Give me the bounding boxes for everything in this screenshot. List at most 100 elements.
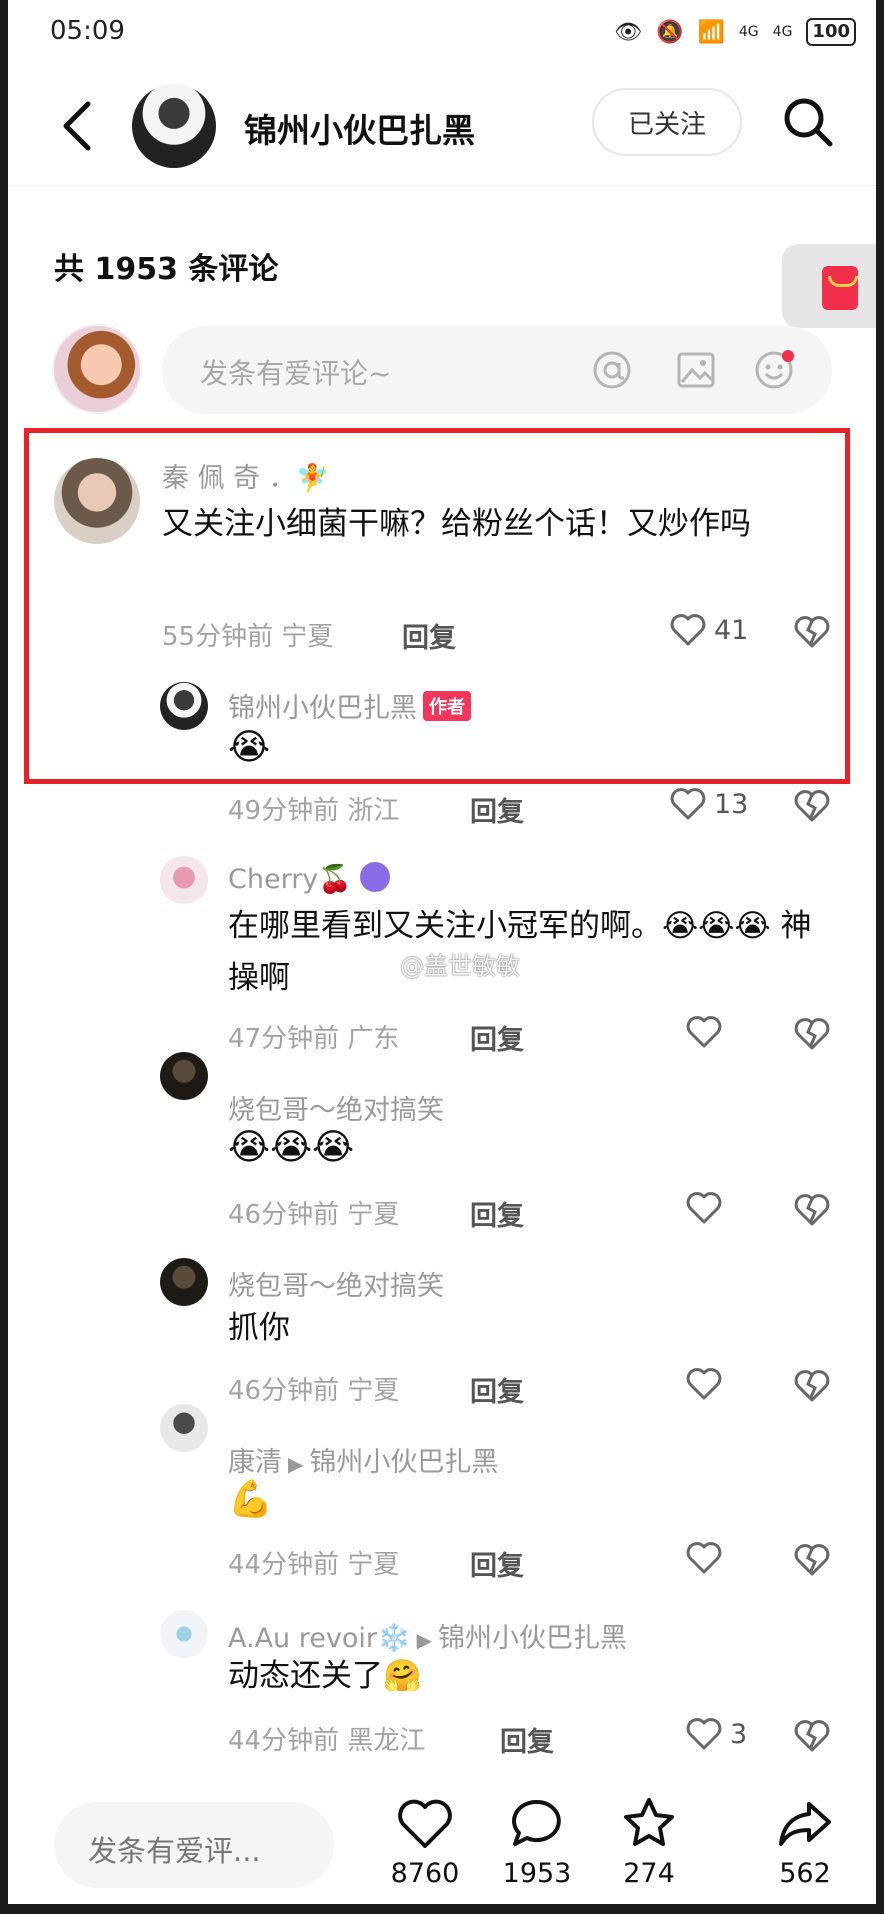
comment-text: 😭 (228, 727, 271, 768)
mute-icon: 🔕 (656, 19, 684, 45)
heart-icon (686, 1368, 722, 1400)
level-badge-icon (359, 862, 390, 892)
screen-frame-left (0, 0, 8, 1914)
bottom-action-bar: 发条有爱评... 8760 1953 274 562 (8, 1770, 876, 1904)
comment-avatar[interactable] (54, 458, 140, 544)
my-avatar (52, 324, 142, 414)
heart-icon (670, 788, 706, 820)
reply-arrow-icon: ▶ (416, 1628, 432, 1652)
screen-frame-bottom (0, 1904, 884, 1914)
dislike-icon[interactable] (792, 1716, 832, 1756)
like-button[interactable]: 3 (684, 1714, 747, 1754)
reply-arrow-icon: ▶ (288, 1452, 304, 1476)
highlight-box (24, 428, 850, 784)
reply-to-name: 锦州小伙巴扎黑 (437, 1623, 627, 1654)
reply-button[interactable]: 回复 (470, 1544, 524, 1583)
comment-author[interactable]: 秦 佩 奇 ．🧚 (162, 456, 329, 495)
star-icon (624, 1798, 674, 1846)
follow-button[interactable]: 已关注 (592, 88, 742, 156)
reply-button[interactable]: 回复 (470, 1018, 524, 1057)
status-bar: 05:09 👁 🔕 📶 4G 4G 100 (8, 0, 876, 66)
dislike-icon[interactable] (792, 612, 832, 652)
comment-avatar[interactable] (160, 1258, 208, 1306)
heart-icon (686, 1016, 722, 1048)
comment-text: 又关注小细菌干嘛？给粉丝个话！又炒作吗 (162, 506, 751, 542)
search-icon[interactable] (780, 94, 836, 150)
comment-count: 共 1953 条评论 (54, 252, 279, 287)
like-button[interactable]: 41 (668, 610, 748, 650)
comment-time-location: 44分钟前 宁夏 (228, 1550, 400, 1580)
heart-icon (670, 614, 706, 646)
reply-button[interactable]: 回复 (402, 616, 456, 655)
comment-author-name: 锦州小伙巴扎黑 (228, 693, 417, 724)
comment-action[interactable]: 1953 (492, 1796, 582, 1889)
dislike-icon[interactable] (792, 786, 832, 826)
bottom-comment-input[interactable]: 发条有爱评... (54, 1802, 334, 1888)
author-badge: 作者 (423, 691, 471, 721)
reply-to-name: 锦州小伙巴扎黑 (309, 1447, 499, 1478)
signal-1-label: 4G (738, 24, 759, 40)
reply-button[interactable]: 回复 (470, 1370, 524, 1409)
comment-time-location: 46分钟前 宁夏 (228, 1200, 400, 1230)
user-name[interactable]: 锦州小伙巴扎黑 (244, 104, 475, 152)
mention-icon[interactable] (590, 348, 634, 392)
comment-time-location: 55分钟前 宁夏 (162, 622, 334, 652)
comment-avatar[interactable] (160, 1052, 208, 1100)
comment-text: 在哪里看到又关注小冠军的啊。😭😭😭 神操啊 (228, 908, 812, 996)
like-button[interactable] (684, 1364, 724, 1404)
comment-avatar[interactable] (160, 1404, 208, 1452)
dislike-icon[interactable] (792, 1190, 832, 1230)
comment-author[interactable]: 锦州小伙巴扎黑 作者 (228, 686, 471, 725)
comment-author[interactable]: 康清 ▶ 锦州小伙巴扎黑 (228, 1440, 498, 1479)
comment-text: 😭😭😭 (228, 1127, 355, 1168)
back-icon[interactable] (54, 96, 104, 156)
heart-icon (686, 1192, 722, 1224)
wifi-icon: 📶 (697, 19, 725, 45)
comment-bubble-icon (512, 1799, 561, 1846)
comment-avatar[interactable] (160, 1610, 208, 1658)
like-count: 3 (730, 1718, 748, 1750)
comment-author[interactable]: 烧包哥～绝对搞笑 (228, 1088, 444, 1127)
reply-button[interactable]: 回复 (470, 1194, 524, 1233)
like-button[interactable] (684, 1188, 724, 1228)
status-time: 05:09 (50, 16, 125, 46)
heart-icon (398, 1799, 452, 1848)
heart-icon (686, 1718, 722, 1750)
signal-2-label: 4G (772, 24, 793, 40)
like-count: 41 (714, 614, 749, 646)
emoji-icon[interactable] (752, 348, 796, 392)
share-arrow-icon (779, 1802, 831, 1846)
like-total: 8760 (390, 1858, 460, 1889)
reply-button[interactable]: 回复 (500, 1720, 554, 1759)
image-icon[interactable] (674, 348, 718, 392)
comment-total: 1953 (502, 1858, 572, 1889)
like-count: 13 (714, 788, 749, 820)
reply-button[interactable]: 回复 (470, 790, 524, 829)
share-action[interactable]: 562 (760, 1796, 850, 1889)
comment-avatar[interactable] (160, 856, 208, 904)
dislike-icon[interactable] (792, 1540, 832, 1580)
watermark: @盖世敏敏 (400, 952, 520, 980)
comment-author[interactable]: Cherry🍒 (228, 862, 390, 895)
comment-time-location: 46分钟前 宁夏 (228, 1376, 400, 1406)
comment-author-name: Cherry🍒 (228, 864, 352, 895)
eye-icon: 👁 (614, 19, 643, 45)
comment-text: 💪 (228, 1479, 273, 1520)
like-button[interactable] (684, 1012, 724, 1052)
like-action[interactable]: 8760 (380, 1796, 470, 1889)
comment-avatar[interactable] (160, 682, 208, 730)
comment-text: 动态还关了🤗 (228, 1658, 422, 1694)
comment-author[interactable]: 烧包哥～绝对搞笑 (228, 1264, 444, 1303)
like-button[interactable]: 13 (668, 784, 748, 824)
favorite-action[interactable]: 274 (604, 1796, 694, 1889)
comment-text: 抓你 (228, 1310, 290, 1346)
dislike-icon[interactable] (792, 1366, 832, 1406)
comment-author-name: 康清 (228, 1447, 282, 1478)
like-button[interactable] (684, 1538, 724, 1578)
comment-time-location: 49分钟前 浙江 (228, 796, 400, 826)
red-packet-icon[interactable] (822, 266, 858, 310)
dislike-icon[interactable] (792, 1014, 832, 1054)
share-total: 562 (779, 1858, 831, 1889)
comment-input[interactable]: 发条有爱评论~ (162, 326, 832, 414)
user-avatar[interactable] (132, 84, 216, 168)
